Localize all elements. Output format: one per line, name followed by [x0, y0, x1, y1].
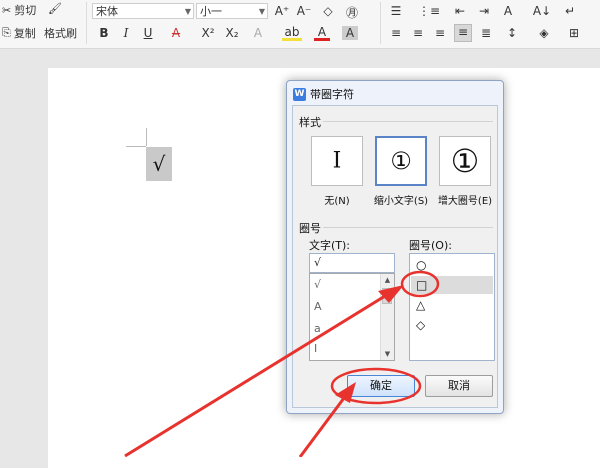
- style-shrink-caption: 缩小文字(S): [373, 196, 429, 207]
- style-option-enlarge-symbol[interactable]: ①: [439, 136, 491, 186]
- section-divider: [323, 121, 493, 122]
- scroll-up-arrow-icon[interactable]: ▲: [381, 274, 394, 286]
- scissors-icon: ✂: [2, 3, 12, 17]
- bullets-icon[interactable]: ☰: [388, 4, 404, 18]
- style-section-label: 样式: [299, 116, 321, 129]
- wps-writer-icon: W: [293, 87, 306, 101]
- chevron-down-icon: ▼: [184, 7, 191, 16]
- superscript-icon[interactable]: X²: [198, 26, 218, 40]
- decrease-indent-icon[interactable]: ⇤: [452, 4, 468, 18]
- selected-check-character[interactable]: √: [146, 147, 172, 181]
- text-effects-icon[interactable]: A: [250, 26, 266, 40]
- text-list-item[interactable]: A: [314, 300, 322, 313]
- font-name-value: 宋体: [96, 5, 118, 18]
- ribbon-divider: [86, 2, 87, 44]
- align-left-icon[interactable]: ≡: [388, 26, 404, 40]
- font-size-select[interactable]: 小一 ▼: [196, 3, 268, 19]
- line-spacing-icon[interactable]: ↕: [504, 26, 520, 40]
- borders-icon[interactable]: ⊞: [566, 26, 582, 40]
- style-enlarge-glyph: ①: [450, 142, 480, 180]
- copy-label: 复制: [13, 27, 36, 40]
- text-field-label: 文字(T):: [309, 239, 351, 252]
- clear-format-icon[interactable]: ◇: [320, 4, 336, 18]
- margin-corner-mark: [146, 128, 147, 146]
- font-name-select[interactable]: 宋体 ▼: [92, 3, 194, 19]
- sort-icon[interactable]: A↓: [532, 4, 552, 18]
- cut-label: 剪切: [14, 4, 37, 17]
- chevron-down-icon: ▼: [258, 7, 265, 16]
- cut-button[interactable]: ✂ 剪切: [2, 2, 36, 18]
- subscript-icon[interactable]: X₂: [222, 26, 242, 40]
- circle-option-circle[interactable]: ○: [411, 256, 493, 274]
- scrollbar-thumb[interactable]: [382, 288, 392, 304]
- shading-icon[interactable]: ◈: [536, 26, 552, 40]
- highlight-icon[interactable]: ab: [282, 26, 302, 41]
- cancel-button[interactable]: 取消: [425, 375, 493, 397]
- character-shading-icon[interactable]: A: [342, 26, 358, 40]
- format-painter-icon-wrap[interactable]: 🖌: [48, 2, 62, 15]
- format-painter-label: 格式刷: [44, 27, 77, 40]
- style-none-glyph: I: [332, 148, 342, 174]
- dialog-body: 样式 I ① ① 无(N) 缩小文字(S) 增大圈号(E) 圈号 文字(T): …: [292, 105, 498, 408]
- margin-corner-mark: [126, 146, 146, 147]
- style-enlarge-caption: 增大圈号(E): [437, 196, 493, 207]
- ok-button[interactable]: 确定: [347, 375, 415, 397]
- italic-icon[interactable]: I: [118, 26, 134, 40]
- strikethrough-icon[interactable]: A: [168, 26, 184, 40]
- style-option-shrink-text[interactable]: ①: [375, 136, 427, 186]
- shrink-font-icon[interactable]: A⁻: [296, 4, 312, 18]
- ribbon-toolbar: ✂ 剪切 ⎘ 复制 🖌 格式刷 宋体 ▼ 小一 ▼ A⁺ A⁻ ◇ ㊊ B I …: [0, 0, 600, 49]
- justify-icon[interactable]: ≡: [454, 24, 472, 42]
- numbering-icon[interactable]: ⋮≡: [418, 4, 440, 18]
- copy-button[interactable]: ⎘ 复制: [2, 25, 36, 41]
- text-list-item[interactable]: √: [314, 278, 321, 291]
- style-option-none[interactable]: I: [311, 136, 363, 186]
- phonetic-guide-icon[interactable]: ㊊: [344, 4, 360, 21]
- grow-font-icon[interactable]: A⁺: [274, 4, 290, 18]
- paintbrush-icon: 🖌: [48, 2, 62, 15]
- text-listbox[interactable]: √ A a I ▲ ▼: [309, 273, 395, 361]
- circle-field-label: 圈号(O):: [409, 239, 452, 252]
- style-shrink-glyph: ①: [390, 147, 412, 175]
- style-none-caption: 无(N): [324, 196, 350, 207]
- font-size-value: 小一: [200, 5, 222, 18]
- distribute-icon[interactable]: ≣: [478, 26, 494, 40]
- enclosure-section-label: 圈号: [299, 222, 321, 235]
- bold-icon[interactable]: B: [96, 26, 112, 40]
- enclose-characters-dialog: W 带圈字符 样式 I ① ① 无(N) 缩小文字(S) 增大圈号(E) 圈号 …: [286, 80, 504, 414]
- circle-listbox[interactable]: ○ □ △ ◇: [409, 253, 495, 361]
- increase-indent-icon[interactable]: ⇥: [476, 4, 492, 18]
- text-list-item[interactable]: a: [314, 322, 321, 335]
- character-scale-icon[interactable]: A: [500, 4, 516, 18]
- text-list-item[interactable]: I: [314, 342, 317, 355]
- paragraph-marks-icon[interactable]: ↵: [562, 4, 578, 18]
- dialog-titlebar[interactable]: W 带圈字符: [293, 86, 354, 102]
- scroll-down-arrow-icon[interactable]: ▼: [381, 348, 394, 360]
- dialog-title: 带圈字符: [310, 88, 354, 101]
- format-painter-button[interactable]: 格式刷: [44, 25, 77, 41]
- section-divider: [323, 227, 493, 228]
- text-input[interactable]: √: [309, 253, 395, 273]
- circle-option-square[interactable]: □: [411, 276, 493, 294]
- font-color-icon[interactable]: A: [314, 26, 330, 41]
- circle-option-diamond[interactable]: ◇: [411, 316, 493, 334]
- ribbon-divider: [380, 2, 381, 44]
- align-center-icon[interactable]: ≡: [410, 26, 426, 40]
- text-list-scrollbar[interactable]: ▲ ▼: [380, 274, 394, 360]
- copy-icon: ⎘: [2, 26, 11, 39]
- align-right-icon[interactable]: ≡: [432, 26, 448, 40]
- underline-icon[interactable]: U: [140, 26, 156, 40]
- circle-option-triangle[interactable]: △: [411, 296, 493, 314]
